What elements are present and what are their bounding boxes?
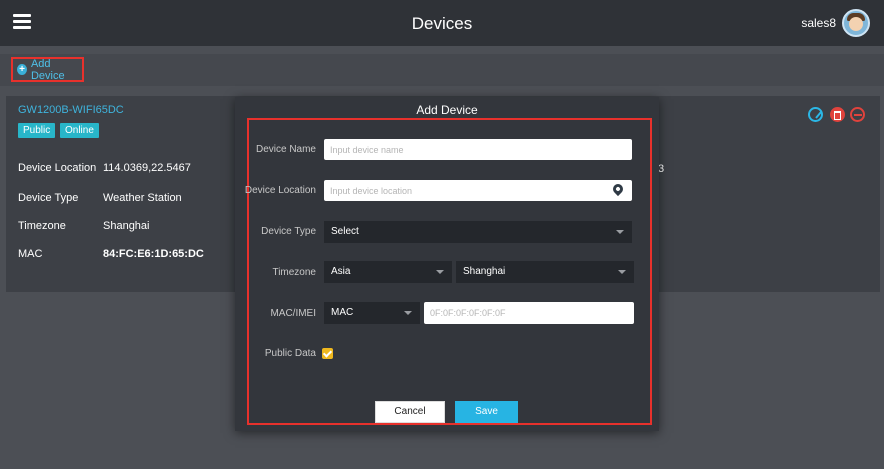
info-row-type: Device Type Weather Station [18, 192, 182, 204]
online-badge: Online [60, 123, 99, 138]
info-key: MAC [18, 248, 43, 260]
username: sales8 [801, 16, 836, 30]
public-data-label: Public Data [264, 348, 316, 359]
info-value: 84:FC:E6:1D:65:DC [103, 248, 204, 260]
chevron-down-icon [436, 270, 444, 274]
chevron-down-icon [618, 270, 626, 274]
remove-icon[interactable] [850, 107, 865, 122]
device-type-value: Select [331, 226, 359, 237]
public-badge: Public [18, 123, 56, 138]
info-key: Device Type [18, 192, 79, 204]
device-name-link[interactable]: GW1200B-WIFI65DC [18, 104, 124, 116]
timezone-label: Timezone [272, 267, 316, 278]
device-name-input[interactable] [324, 139, 632, 160]
timezone-region-value: Asia [331, 266, 351, 277]
device-type-label: Device Type [261, 226, 316, 237]
timezone-city-value: Shanghai [463, 266, 506, 277]
timezone-region-select[interactable]: Asia [324, 261, 452, 283]
info-row-timezone: Timezone Shanghai [18, 220, 150, 232]
info-value: 114.0369,22.5467 [103, 162, 191, 174]
toolbar [0, 54, 884, 86]
mac-imei-select[interactable]: MAC [324, 302, 420, 324]
page-title: Devices [411, 14, 473, 33]
info-key: Timezone [18, 220, 66, 232]
device-name-label: Device Name [255, 144, 316, 155]
modal-title: Add Device [416, 103, 478, 117]
plus-circle-icon: + [17, 64, 27, 75]
top-bar: Devices sales8 [0, 0, 884, 46]
info-value: Shanghai [103, 220, 150, 232]
device-location-input[interactable] [324, 180, 632, 201]
info-value: Weather Station [103, 192, 182, 204]
device-location-label: Device Location [244, 185, 316, 196]
add-device-label: Add Device [30, 57, 65, 82]
device-type-select[interactable]: Select [324, 221, 632, 243]
chevron-down-icon [404, 311, 412, 315]
mac-imei-label: MAC/IMEI [270, 308, 316, 319]
mac-imei-value: MAC [331, 307, 354, 318]
add-device-button[interactable]: + Add Device [11, 57, 84, 82]
save-button[interactable]: Save [455, 401, 518, 423]
delete-icon[interactable] [830, 107, 845, 122]
avatar[interactable] [842, 9, 870, 37]
info-row-mac: MAC 84:FC:E6:1D:65:DC [18, 248, 204, 260]
hamburger-menu-icon[interactable] [13, 14, 31, 29]
info-key: Device Location [18, 162, 97, 174]
info-row-location: Device Location 114.0369,22.5467 [18, 162, 191, 174]
mac-address-input[interactable] [424, 302, 634, 324]
chevron-down-icon [616, 230, 624, 234]
edit-icon[interactable] [808, 107, 823, 122]
timezone-city-select[interactable]: Shanghai [456, 261, 634, 283]
user-menu[interactable]: sales8 [801, 9, 870, 37]
public-data-checkbox[interactable] [322, 348, 333, 359]
cancel-button[interactable]: Cancel [375, 401, 445, 423]
